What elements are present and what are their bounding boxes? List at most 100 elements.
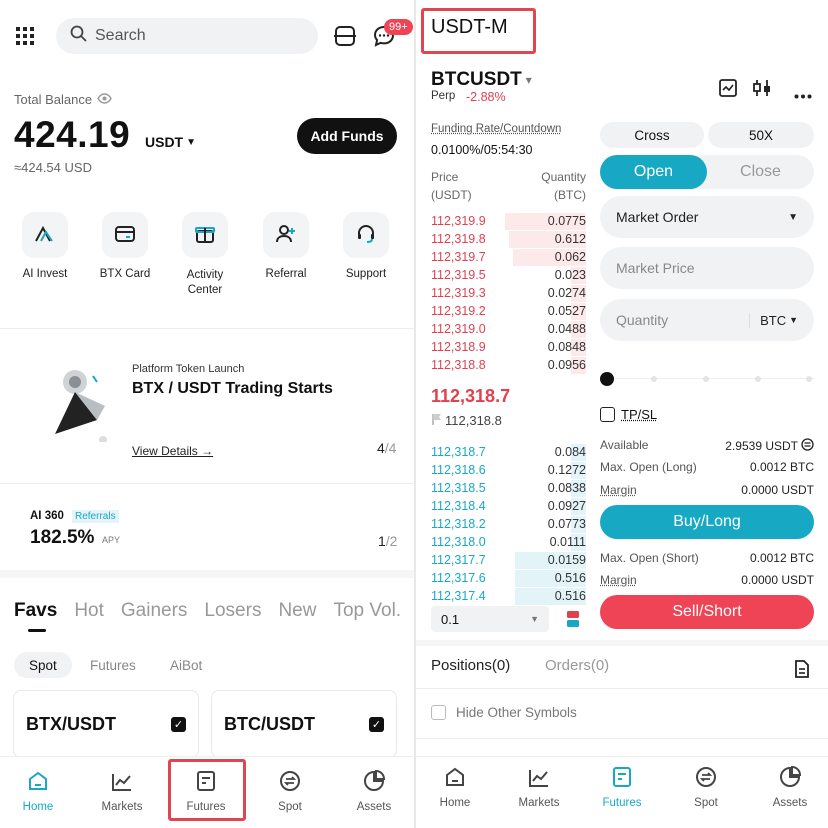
quick-action-ai-invest[interactable]: AI Invest xyxy=(5,212,85,280)
quick-action-support[interactable]: Support xyxy=(326,212,406,280)
balance-currency-select[interactable]: USDT ▼ xyxy=(145,134,196,150)
search-placeholder: Search xyxy=(95,27,146,44)
orderbook-quantity: 0.0773 xyxy=(547,517,586,531)
subtab-futures[interactable]: Futures xyxy=(90,652,136,678)
orderbook-row[interactable]: 112,319.8 0.612 xyxy=(431,230,586,248)
leverage-button[interactable]: 50X xyxy=(708,122,814,148)
subtab-spot[interactable]: Spot xyxy=(14,652,72,678)
orderbook-price: 112,319.2 xyxy=(431,304,486,318)
margin-long-row: Margin 0.0000 USDT xyxy=(600,483,814,497)
nav-markets[interactable]: Markets xyxy=(504,765,574,809)
slider-handle[interactable] xyxy=(600,372,614,386)
more-icon[interactable] xyxy=(794,86,812,104)
checkbox-icon xyxy=(600,407,615,422)
orderbook-row[interactable]: 112,319.7 0.062 xyxy=(431,248,586,266)
tpsl-checkbox[interactable]: TP/SL xyxy=(600,407,657,422)
perp-label: Perp xyxy=(431,90,456,102)
nav-home[interactable]: Home xyxy=(420,765,490,809)
nav-assets[interactable]: Assets xyxy=(339,769,409,813)
close-tab[interactable]: Close xyxy=(707,155,814,189)
nav-assets[interactable]: Assets xyxy=(755,765,825,809)
promo-banner[interactable]: Platform Token Launch BTX / USDT Trading… xyxy=(0,330,414,480)
nav-spot[interactable]: Spot xyxy=(671,765,741,809)
quick-action-activity-center[interactable]: Activity Center xyxy=(165,212,245,298)
tab-gainers[interactable]: Gainers xyxy=(121,600,188,622)
buy-long-button[interactable]: Buy/Long xyxy=(600,505,814,539)
tab-hot[interactable]: Hot xyxy=(74,600,104,622)
orderbook-row[interactable]: 112,317.4 0.516 xyxy=(431,587,586,605)
ai360-page-indicator: 1/2 xyxy=(378,533,398,549)
nav-markets[interactable]: Markets xyxy=(87,769,157,813)
gift-icon xyxy=(195,224,215,247)
candlestick-icon[interactable] xyxy=(752,79,772,102)
tab-positions[interactable]: Positions(0) xyxy=(431,657,510,674)
eye-icon[interactable] xyxy=(97,92,112,107)
orderbook-row[interactable]: 112,319.5 0.023 xyxy=(431,266,586,284)
orderbook-row[interactable]: 112,319.2 0.0527 xyxy=(431,302,586,320)
quantity-unit-select[interactable]: BTC ▼ xyxy=(749,312,798,328)
slider-step xyxy=(651,376,657,382)
orderbook-quantity: 0.0527 xyxy=(547,304,586,318)
nav-futures[interactable]: Futures xyxy=(587,765,657,809)
orderbook-header: Price (USDT) Quantity (BTC) xyxy=(431,170,586,202)
pair-card-btc-usdt[interactable]: BTC/USDT ✓ xyxy=(211,690,397,758)
market-price-field[interactable]: Market Price xyxy=(600,247,814,289)
funding-rate-label[interactable]: Funding Rate/Countdown xyxy=(431,123,561,135)
orderbook-row[interactable]: 112,319.0 0.0488 xyxy=(431,320,586,338)
orderbook-quantity: 0.023 xyxy=(554,268,586,282)
depth-step-select[interactable]: 0.1 ▼ xyxy=(431,606,549,632)
view-details-link[interactable]: View Details → xyxy=(132,444,213,458)
orderbook-row[interactable]: 112,319.9 0.0775 xyxy=(431,212,586,230)
orderbook-row[interactable]: 112,318.0 0.0111 xyxy=(431,533,586,551)
ai360-value: 182.5% xyxy=(30,527,95,548)
tab-new[interactable]: New xyxy=(278,600,316,622)
quantity-slider[interactable] xyxy=(600,372,814,386)
tab-favs[interactable]: Favs xyxy=(14,600,57,622)
apps-grid-icon[interactable] xyxy=(16,27,34,50)
quick-action-referral[interactable]: Referral xyxy=(246,212,326,280)
order-type-select[interactable]: Market Order ▼ xyxy=(600,196,814,238)
ai-invest-icon xyxy=(33,224,57,247)
open-tab[interactable]: Open xyxy=(600,155,707,189)
checkbox-checked-icon[interactable]: ✓ xyxy=(171,716,186,732)
orderbook-price: 112,317.7 xyxy=(431,553,486,567)
hide-other-symbols-checkbox[interactable]: Hide Other Symbols xyxy=(431,705,577,720)
orderbook-row[interactable]: 112,318.5 0.0838 xyxy=(431,479,586,497)
checkbox-checked-icon[interactable]: ✓ xyxy=(369,716,384,732)
scan-icon[interactable] xyxy=(334,25,356,52)
nav-home[interactable]: Home xyxy=(3,769,73,813)
chart-icon[interactable] xyxy=(719,79,737,102)
order-history-icon[interactable] xyxy=(794,660,810,683)
orderbook-bids: 112,318.7 0.084 112,318.6 0.1272 112,318.5 0.… xyxy=(431,443,586,605)
tab-top-vol[interactable]: Top Vol. xyxy=(333,600,401,622)
orderbook-view-toggle-icon[interactable] xyxy=(565,610,581,633)
add-funds-button[interactable]: Add Funds xyxy=(297,118,397,154)
orderbook-row[interactable]: 112,318.9 0.0848 xyxy=(431,338,586,356)
orderbook-row[interactable]: 112,318.8 0.0956 xyxy=(431,356,586,374)
available-row: Available 2.9539 USDT xyxy=(600,438,814,454)
subtab-aibot[interactable]: AiBot xyxy=(170,652,202,678)
tab-orders[interactable]: Orders(0) xyxy=(545,657,609,674)
orderbook-price: 112,319.0 xyxy=(431,322,486,336)
quantity-input[interactable]: Quantity BTC ▼ xyxy=(600,299,814,341)
orderbook-row[interactable]: 112,318.6 0.1272 xyxy=(431,461,586,479)
quick-action-btx-card[interactable]: BTX Card xyxy=(85,212,165,280)
orderbook-row[interactable]: 112,317.6 0.516 xyxy=(431,569,586,587)
nav-spot[interactable]: Spot xyxy=(255,769,325,813)
caret-down-icon: ▾ xyxy=(525,73,532,87)
orderbook-row[interactable]: 112,318.4 0.0927 xyxy=(431,497,586,515)
tab-losers[interactable]: Losers xyxy=(204,600,261,622)
orderbook-row[interactable]: 112,318.2 0.0773 xyxy=(431,515,586,533)
orderbook-row[interactable]: 112,317.7 0.0159 xyxy=(431,551,586,569)
promo-title: BTX / USDT Trading Starts xyxy=(132,380,333,397)
caret-down-icon: ▼ xyxy=(789,315,798,325)
orderbook-row[interactable]: 112,319.3 0.0274 xyxy=(431,284,586,302)
sell-short-button[interactable]: Sell/Short xyxy=(600,595,814,629)
orderbook-row[interactable]: 112,318.7 0.084 xyxy=(431,443,586,461)
search-input[interactable]: Search xyxy=(56,18,318,54)
transfer-icon[interactable] xyxy=(801,438,814,454)
margin-mode-button[interactable]: Cross xyxy=(600,122,704,148)
orderbook-price: 112,319.9 xyxy=(431,214,486,228)
symbol-selector[interactable]: BTCUSDT ▾ xyxy=(431,69,532,91)
pair-card-btx-usdt[interactable]: BTX/USDT ✓ xyxy=(13,690,199,758)
